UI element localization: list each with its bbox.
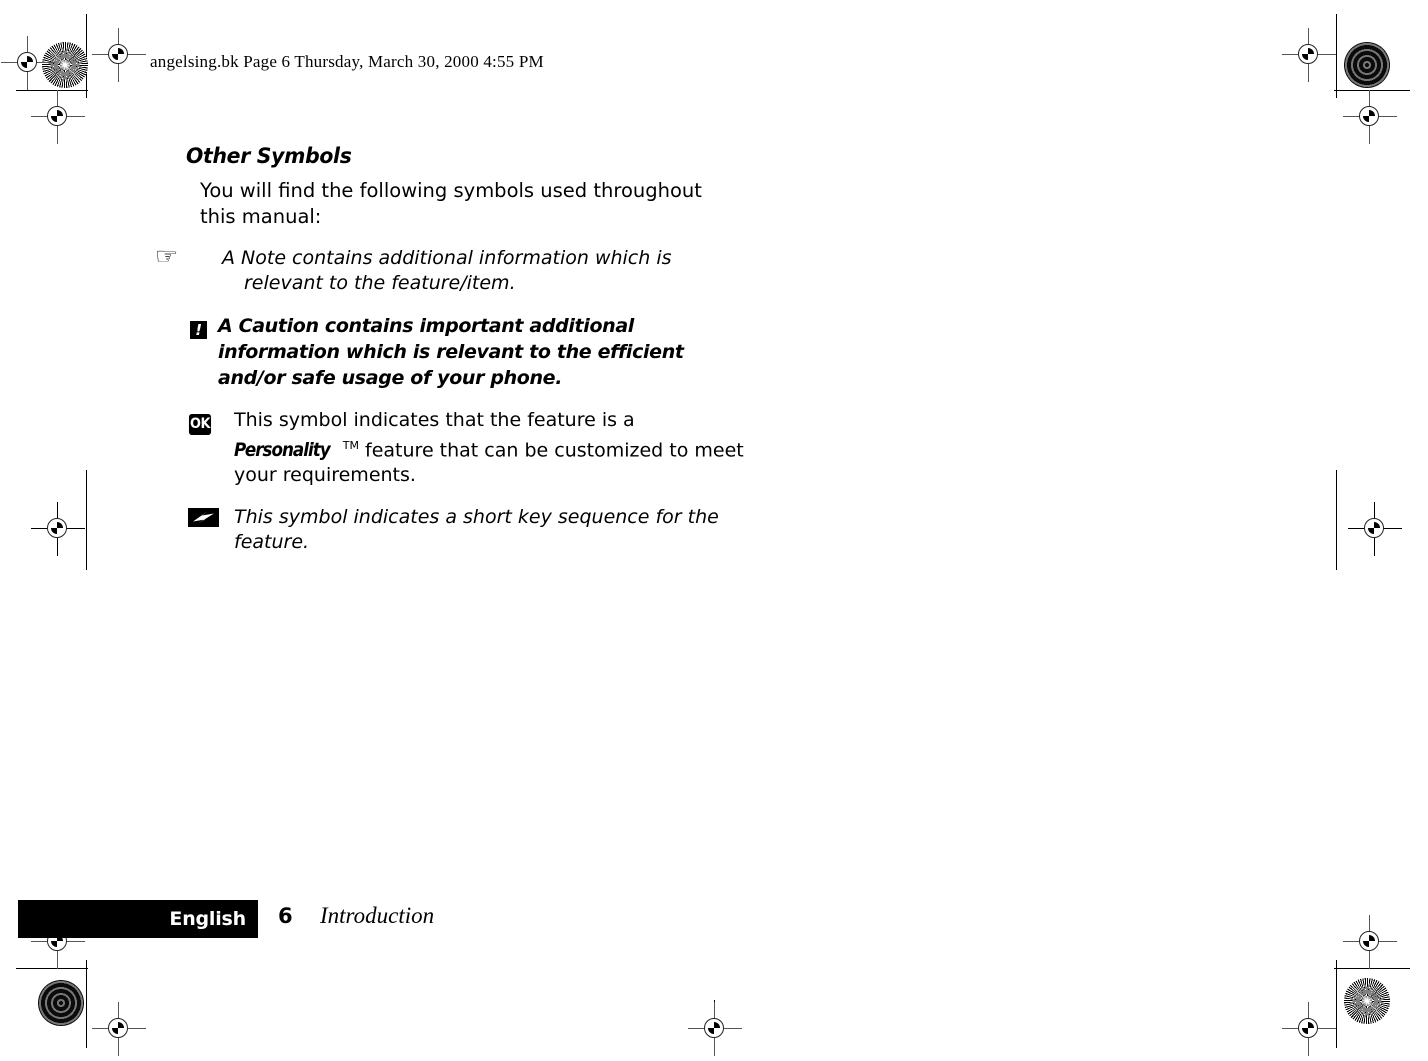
starburst-density-patch-bottom-right xyxy=(1344,978,1390,1024)
page-content: Other Symbols You will find the followin… xyxy=(154,144,746,572)
registration-crosshair-top-left-outer xyxy=(1,36,55,90)
intro-paragraph: You will find the following symbols used… xyxy=(200,179,702,228)
page-title: Other Symbols xyxy=(186,144,352,168)
registration-crosshair-bottom-right-inner xyxy=(1343,915,1397,969)
registration-crosshair-top-left-edge xyxy=(92,28,146,82)
footer-language-bar: English xyxy=(18,900,258,938)
scan-header-stamp: angelsing.bk Page 6 Thursday, March 30, … xyxy=(150,52,544,71)
symbol-personality-text-before: This symbol indicates that the feature i… xyxy=(234,409,635,431)
symbol-note-text: A Note contains additional information w… xyxy=(222,247,672,294)
registration-crosshair-mid-right xyxy=(1348,502,1402,556)
concentric-ring-density-patch-bottom-left xyxy=(38,980,84,1026)
brand-name-personality: Personality xyxy=(234,439,331,462)
symbol-entry-shortcut: This symbol indicates a short key sequen… xyxy=(186,505,746,555)
caution-exclamation-icon: ! xyxy=(190,316,207,342)
ok-badge-icon: OK xyxy=(188,410,212,435)
lightning-bolt-icon xyxy=(188,508,219,534)
registration-crosshair-top-right-inner xyxy=(1343,90,1397,144)
registration-crosshair-bottom-right-edge xyxy=(1282,1002,1336,1056)
registration-crosshair-bottom-left-edge xyxy=(92,1002,146,1056)
trim-line-right-top xyxy=(1336,14,1337,98)
footer-page-number: 6 xyxy=(278,904,293,928)
symbol-entry-personality: OK This symbol indicates that the featur… xyxy=(186,408,746,488)
registration-crosshair-bottom-center xyxy=(688,1002,742,1056)
trim-line-mid-right xyxy=(1336,470,1337,570)
registration-crosshair-mid-left xyxy=(31,502,85,556)
trim-line-mid-left xyxy=(86,470,87,570)
symbol-caution-text: A Caution contains important additional … xyxy=(218,315,684,389)
registration-crosshair-top-right-edge xyxy=(1282,28,1336,82)
symbol-entry-note: ☞ A Note contains additional information… xyxy=(154,244,672,295)
symbol-entry-caution: ! A Caution contains important additiona… xyxy=(186,313,724,391)
footer-chapter-name: Introduction xyxy=(320,903,435,928)
trim-line-right-bottom xyxy=(1336,960,1337,1048)
registration-crosshair-top-left-inner xyxy=(31,90,85,144)
trim-line-left-bottom xyxy=(86,960,87,1048)
footer-language-label: English xyxy=(169,908,246,930)
concentric-ring-density-patch-top-right xyxy=(1344,42,1390,88)
trademark-mark: TM xyxy=(342,439,359,452)
symbol-shortcut-text: This symbol indicates a short key sequen… xyxy=(234,506,719,554)
scanned-page: angelsing.bk Page 6 Thursday, March 30, … xyxy=(0,0,1428,1061)
